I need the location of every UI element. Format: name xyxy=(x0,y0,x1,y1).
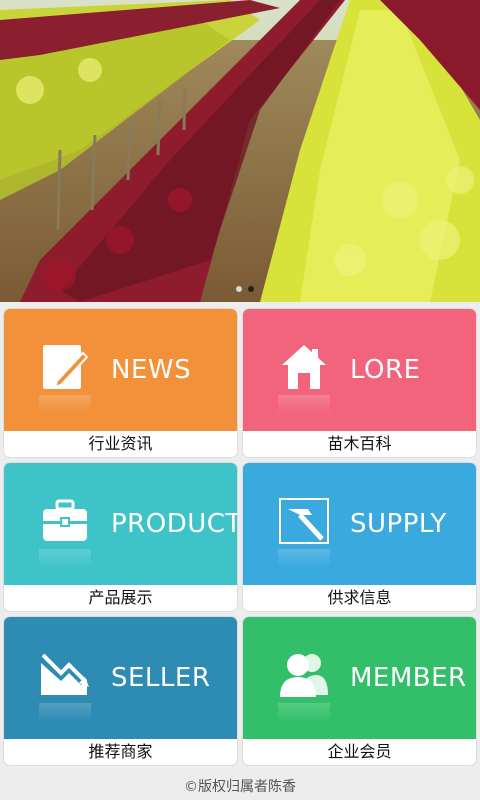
copyright-footer: ©版权归属者陈香 xyxy=(184,779,296,795)
tile-lore[interactable]: LORE 苗木百科 xyxy=(243,309,476,457)
trend-down-icon xyxy=(41,653,89,695)
tile-member[interactable]: MEMBER 企业会员 xyxy=(243,617,476,765)
tile-seller[interactable]: SELLER 推荐商家 xyxy=(4,617,237,765)
tile-supply-banner: SUPPLY xyxy=(243,463,476,585)
briefcase-icon xyxy=(43,499,87,541)
tile-member-label: 企业会员 xyxy=(327,742,392,761)
users-icon xyxy=(280,654,328,697)
tile-seller-label: 推荐商家 xyxy=(88,742,153,761)
hero-banner[interactable] xyxy=(0,0,480,302)
tile-lore-english: LORE xyxy=(350,355,421,385)
tile-product-label: 产品展示 xyxy=(88,588,153,607)
icon-reflection xyxy=(278,703,330,721)
home-icon xyxy=(282,345,326,389)
tile-news-banner: NEWS xyxy=(4,309,237,431)
icon-reflection xyxy=(39,395,91,413)
tile-supply-english: SUPPLY xyxy=(350,509,447,539)
icon-reflection xyxy=(278,395,330,413)
hammer-icon xyxy=(279,498,329,544)
icon-reflection xyxy=(39,703,91,721)
tile-product-banner: PRODUCT xyxy=(4,463,237,585)
tile-product-english: PRODUCT xyxy=(111,509,237,539)
tile-member-english: MEMBER xyxy=(350,663,467,693)
tile-lore-banner: LORE xyxy=(243,309,476,431)
tile-seller-english: SELLER xyxy=(111,663,211,693)
tile-lore-label: 苗木百科 xyxy=(327,434,392,453)
tile-supply[interactable]: SUPPLY 供求信息 xyxy=(243,463,476,611)
tile-news[interactable]: NEWS 行业资讯 xyxy=(4,309,237,457)
tile-news-label: 行业资讯 xyxy=(88,434,153,453)
tile-news-english: NEWS xyxy=(111,355,192,385)
edit-icon xyxy=(43,345,89,389)
tile-seller-banner: SELLER xyxy=(4,617,237,739)
tile-supply-label: 供求信息 xyxy=(327,588,392,607)
carousel-dot[interactable] xyxy=(236,286,242,292)
carousel-dot-active[interactable] xyxy=(248,286,254,292)
nursery-photo xyxy=(0,0,480,302)
tile-product[interactable]: PRODUCT 产品展示 xyxy=(4,463,237,611)
icon-reflection xyxy=(39,549,91,567)
tile-member-banner: MEMBER xyxy=(243,617,476,739)
icon-reflection xyxy=(278,549,330,567)
carousel-indicator xyxy=(236,286,254,292)
